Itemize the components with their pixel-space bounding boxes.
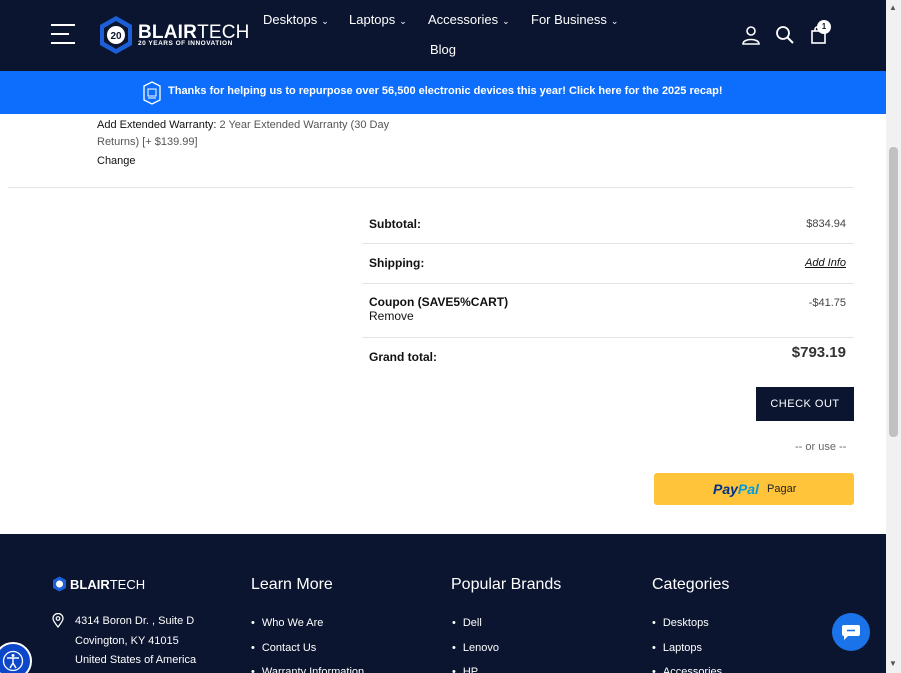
add-shipping-info-link[interactable]: Add Info <box>805 257 846 269</box>
footer-link-laptops[interactable]: Laptops <box>652 636 722 661</box>
chat-button[interactable] <box>832 613 870 651</box>
grand-total-label: Grand total: <box>369 350 437 364</box>
warranty-label: Add Extended Warranty: <box>97 119 217 131</box>
logo-badge-text: 20 <box>110 31 122 42</box>
coupon-row: Coupon (SAVE5%CART) Remove -$41.75 <box>362 284 854 338</box>
categories-list: Desktops Laptops Accessories <box>652 611 722 673</box>
location-pin-icon <box>52 613 64 628</box>
paypal-button[interactable]: PayPal Pagar <box>654 473 854 505</box>
grand-total-value: $793.19 <box>791 344 846 361</box>
chevron-down-icon: ⌄ <box>502 16 510 26</box>
nav-for-business[interactable]: For Business ⌄ <box>531 12 618 27</box>
footer-link-warranty[interactable]: Warranty Information <box>251 660 364 673</box>
account-icon[interactable] <box>741 25 761 45</box>
footer-link-accessories[interactable]: Accessories <box>652 660 722 673</box>
accessibility-icon <box>2 650 24 672</box>
chat-bubble-icon <box>842 625 860 640</box>
nav-laptops[interactable]: Laptops ⌄ <box>349 12 407 27</box>
nav-blog[interactable]: Blog <box>430 42 456 57</box>
recycle-device-icon <box>143 81 161 105</box>
popular-brands-heading: Popular Brands <box>451 576 562 593</box>
promo-banner[interactable]: Thanks for helping us to repurpose over … <box>0 71 886 114</box>
footer-link-dell[interactable]: Dell <box>452 611 499 636</box>
logo-tagline: 20 YEARS OF INNOVATION <box>138 40 233 47</box>
footer-link-desktops[interactable]: Desktops <box>652 611 722 636</box>
scrollbar-thumb[interactable] <box>889 147 898 437</box>
paypal-logo: PayPal <box>713 481 759 497</box>
footer-address: 4314 Boron Dr. , Suite D Covington, KY 4… <box>75 615 197 666</box>
coupon-value: -$41.75 <box>808 297 846 309</box>
coupon-label: Coupon (SAVE5%CART) <box>369 295 509 309</box>
blairtech-logo[interactable]: 20 BLAIRTECH 20 YEARS OF INNOVATION <box>98 15 249 57</box>
grand-total-row: Grand total: $793.19 <box>362 338 854 374</box>
nav-accessories[interactable]: Accessories ⌄ <box>428 12 510 27</box>
remove-coupon-link[interactable]: Remove <box>369 309 414 323</box>
menu-icon[interactable] <box>51 24 75 44</box>
extended-warranty-info: Add Extended Warranty: 2 Year Extended W… <box>97 117 427 151</box>
subtotal-row: Subtotal: $834.94 <box>362 203 854 244</box>
footer-link-contact-us[interactable]: Contact Us <box>251 636 364 661</box>
paypal-pagar-label: Pagar <box>767 483 797 495</box>
shipping-row: Shipping: Add Info <box>362 244 854 284</box>
learn-more-list: Who We Are Contact Us Warranty Informati… <box>251 611 364 673</box>
search-icon[interactable] <box>775 25 795 45</box>
footer-link-lenovo[interactable]: Lenovo <box>452 636 499 661</box>
chevron-down-icon: ⌄ <box>321 16 329 26</box>
learn-more-heading: Learn More <box>251 576 333 593</box>
cart-count-badge: 1 <box>817 20 831 34</box>
promo-text: Thanks for helping us to repurpose over … <box>168 85 723 97</box>
subtotal-value: $834.94 <box>806 218 846 230</box>
scroll-up-arrow-icon[interactable]: ▲ <box>889 3 897 12</box>
logo-hex-icon: 20 <box>100 16 132 54</box>
site-footer: BLAIRTECH 4314 Boron Dr. , Suite D Covin… <box>0 534 886 673</box>
footer-link-who-we-are[interactable]: Who We Are <box>251 611 364 636</box>
checkout-button[interactable]: CHECK OUT <box>756 387 854 421</box>
divider <box>8 187 854 188</box>
change-warranty-link[interactable]: Change <box>97 155 136 167</box>
footer-logo-icon <box>53 576 66 592</box>
chevron-down-icon: ⌄ <box>610 16 619 26</box>
footer-logo-text[interactable]: BLAIRTECH <box>70 577 145 592</box>
subtotal-label: Subtotal: <box>369 217 421 231</box>
scroll-down-arrow-icon[interactable]: ▼ <box>889 659 897 668</box>
nav-desktops[interactable]: Desktops ⌄ <box>263 12 329 27</box>
popular-brands-list: Dell Lenovo HP <box>452 611 499 673</box>
shipping-label: Shipping: <box>369 256 425 270</box>
or-use-text: -- or use -- <box>795 441 847 453</box>
footer-link-hp[interactable]: HP <box>452 660 499 673</box>
categories-heading: Categories <box>652 576 730 593</box>
site-header: 20 BLAIRTECH 20 YEARS OF INNOVATION Desk… <box>0 0 886 71</box>
chevron-down-icon: ⌄ <box>399 16 407 26</box>
